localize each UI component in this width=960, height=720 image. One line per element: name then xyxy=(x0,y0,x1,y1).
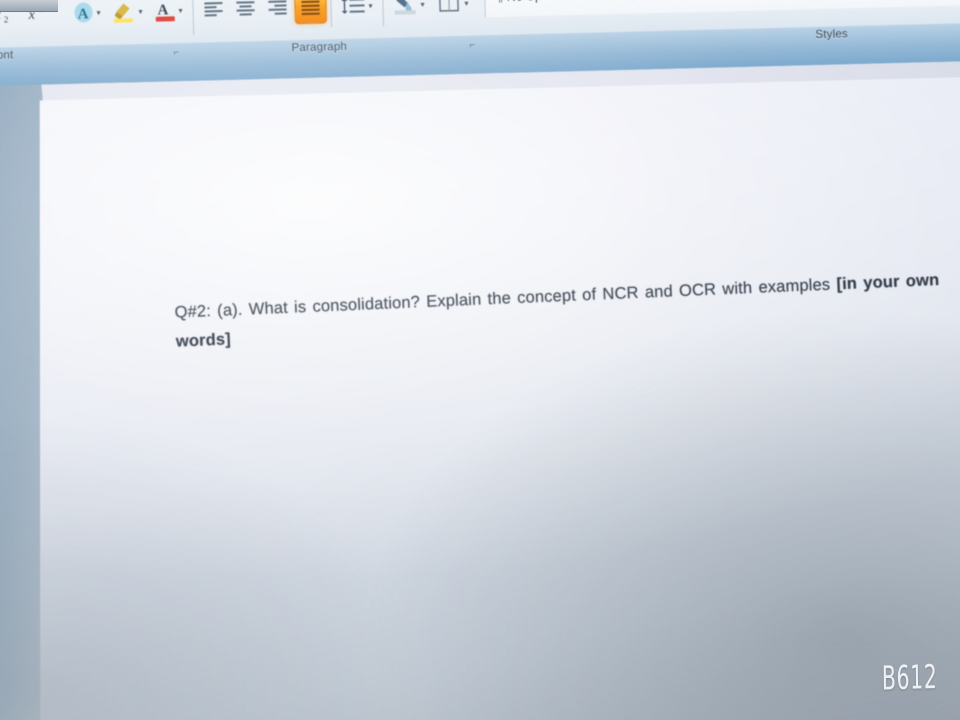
document-paragraph[interactable]: Q#2: (a). What is consolidation? Explain… xyxy=(174,264,960,356)
group-divider xyxy=(330,0,333,28)
text-effects-icon[interactable]: A xyxy=(68,0,99,28)
line-spacing-chevron-down-icon[interactable]: ▾ xyxy=(368,1,376,10)
line-spacing-icon[interactable] xyxy=(338,0,369,21)
style-item-heading-1[interactable]: Heading 1 xyxy=(580,0,660,2)
photo-of-screen: Q#2: (a). What is consolidation? Explain… xyxy=(0,0,960,720)
document-page[interactable]: Q#2: (a). What is consolidation? Explain… xyxy=(34,77,960,720)
paragraph-dialog-launcher[interactable]: ⌐ xyxy=(469,40,475,50)
group-divider xyxy=(382,0,385,26)
highlight-color-icon[interactable] xyxy=(108,0,139,27)
styles-gallery[interactable]: ¶ No Spaci... Heading 1 Heading 2 Title … xyxy=(483,0,960,18)
ribbon-group-paragraph[interactable]: ▾ ▾ ▾ Paragraph ⌐ xyxy=(198,0,479,54)
svg-text:2: 2 xyxy=(4,14,9,24)
align-left-icon[interactable] xyxy=(198,0,229,25)
b612-watermark: B612 xyxy=(882,657,938,698)
paragraph-lead-text: Q#2: (a). What is consolidation? Explain… xyxy=(174,275,837,322)
shading-chevron-down-icon[interactable]: ▾ xyxy=(420,0,428,9)
borders-icon[interactable] xyxy=(434,0,465,19)
align-center-icon[interactable] xyxy=(230,0,261,24)
font-color-icon[interactable]: A xyxy=(150,0,181,26)
text-effects-chevron-down-icon[interactable]: ▾ xyxy=(96,8,105,17)
svg-text:A: A xyxy=(77,6,88,22)
style-item-no-spacing[interactable]: ¶ No Spaci... xyxy=(485,0,580,4)
styles-group-label: Styles xyxy=(815,28,849,42)
font-group-label: Font xyxy=(0,49,14,62)
highlight-color-chevron-down-icon[interactable]: ▾ xyxy=(138,7,147,16)
svg-text:A: A xyxy=(157,2,168,18)
align-right-icon[interactable] xyxy=(262,0,293,23)
font-dialog-launcher[interactable]: ⌐ xyxy=(174,47,180,57)
borders-chevron-down-icon[interactable]: ▾ xyxy=(464,0,472,8)
font-color-chevron-down-icon[interactable]: ▾ xyxy=(178,6,186,15)
shading-icon[interactable] xyxy=(390,0,421,20)
paragraph-group-label: Paragraph xyxy=(291,40,348,55)
justify-icon[interactable] xyxy=(294,0,327,25)
window-corner-sliver xyxy=(0,0,58,12)
